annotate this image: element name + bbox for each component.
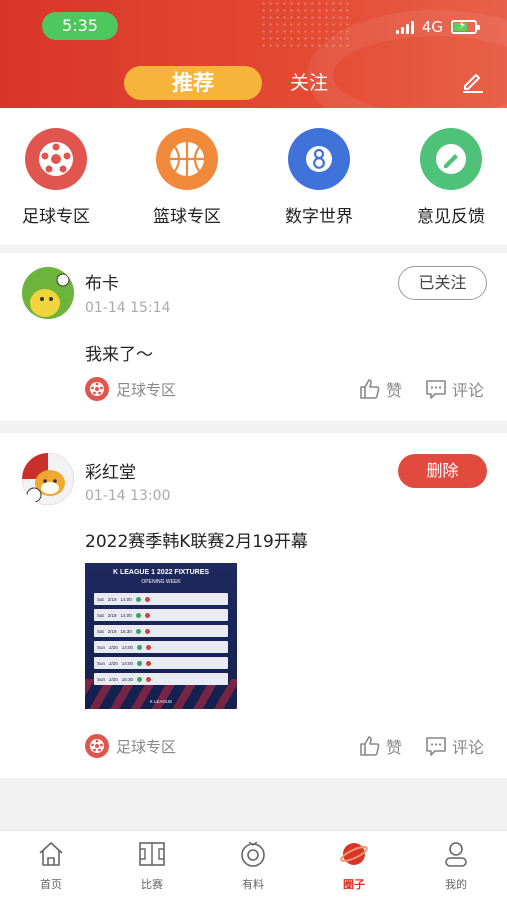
category-basketball[interactable]: 篮球专区 [137,128,237,227]
soccer-ball-icon [25,128,87,190]
tab-label: 有料 [242,878,264,891]
battery-icon: ⚡ [451,18,480,34]
like-button[interactable]: 赞 [358,733,402,759]
post-text: 2022赛季韩K联赛2月19开幕 [85,532,308,552]
post-username[interactable]: 布卡 [85,269,119,294]
fixture-row: Sun 2/20 16:30 [94,673,228,685]
tab-home[interactable]: 首页 [21,839,81,892]
fixture-row: Sat 2/19 14:00 [94,609,228,621]
comment-label: 评论 [452,738,485,757]
home-icon [39,842,63,866]
basketball-icon [156,128,218,190]
edit-icon[interactable] [460,68,486,94]
status-time: 5:35 [42,12,118,40]
tab-label: 首页 [40,878,62,891]
thumbs-up-icon [360,379,380,399]
avatar[interactable] [22,267,74,319]
tab-mine[interactable]: 我的 [426,839,486,892]
post-date: 01-14 13:00 [85,488,171,504]
tab-label: 圈子 [343,878,365,891]
court-icon [139,842,165,866]
category-soccer[interactable]: 足球专区 [6,128,106,227]
fixture-row: Sun 2/20 14:00 [94,657,228,669]
tab-label: 比赛 [141,878,163,891]
tab-content[interactable]: 有料 [223,839,283,892]
post-topic[interactable]: 足球专区 [85,733,176,759]
status-indicators: 4G ⚡ [395,18,480,36]
soccer-ball-icon [85,734,109,758]
top-header: 5:35 4G ⚡ 推荐 关注 [0,0,507,108]
category-label: 数字世界 [285,207,353,227]
signal-icon [395,20,414,34]
followed-button[interactable]: 已关注 [398,266,487,300]
thumbs-up-icon [360,736,380,756]
category-label: 意见反馈 [417,207,485,227]
post-username[interactable]: 彩红堂 [85,458,136,483]
tab-recommend[interactable]: 推荐 [124,66,262,100]
comment-icon [426,380,446,399]
comment-label: 评论 [452,381,485,400]
network-type: 4G [421,18,443,36]
tab-label: 我的 [445,878,467,891]
category-feedback[interactable]: 意见反馈 [401,128,501,227]
image-subtitle: OPENING WEEK [141,579,181,585]
bottom-tab-bar: 首页 比赛 有料 圈子 我的 [0,830,507,900]
radar-icon [241,841,265,867]
post-card: 彩红堂 01-14 13:00 删除 2022赛季韩K联赛2月19开幕 K LE… [0,433,507,778]
post-image[interactable]: K LEAGUE 1 2022 FIXTURES OPENING WEEK Sa… [85,563,237,709]
feedback-pencil-icon [420,128,482,190]
like-label: 赞 [386,381,403,400]
fixture-row: Sun 2/20 14:00 [94,641,228,653]
planet-icon [340,843,368,865]
category-bar: 足球专区 篮球专区 数字世界 意见反馈 [0,108,507,245]
delete-button[interactable]: 删除 [398,454,487,488]
soccer-ball-icon [85,377,109,401]
fixture-row: Sat 2/19 16:30 [94,625,228,637]
avatar[interactable] [22,453,74,505]
post-text: 我来了～ [85,345,153,365]
post-date: 01-14 15:14 [85,300,171,316]
comment-button[interactable]: 评论 [424,376,484,402]
topic-label: 足球专区 [116,380,177,399]
post-topic[interactable]: 足球专区 [85,376,176,402]
topic-label: 足球专区 [116,737,177,756]
like-label: 赞 [386,738,403,757]
image-title: K LEAGUE 1 2022 FIXTURES [112,569,210,576]
eight-ball-icon [288,128,350,190]
tab-matches[interactable]: 比赛 [122,839,182,892]
profile-icon [445,842,467,867]
image-footer-logo: K LEAGUE [149,699,173,704]
comment-button[interactable]: 评论 [424,733,484,759]
tab-circle[interactable]: 圈子 [324,839,384,892]
like-button[interactable]: 赞 [358,376,402,402]
category-label: 篮球专区 [153,207,221,227]
post-card: 布卡 01-14 15:14 已关注 我来了～ 足球专区 赞 评论 [0,253,507,421]
category-digital-world[interactable]: 数字世界 [269,128,369,227]
comment-icon [426,737,446,756]
fixture-row: Sat 2/19 14:00 [94,593,228,605]
category-label: 足球专区 [22,207,90,227]
tab-follow[interactable]: 关注 [290,66,328,100]
